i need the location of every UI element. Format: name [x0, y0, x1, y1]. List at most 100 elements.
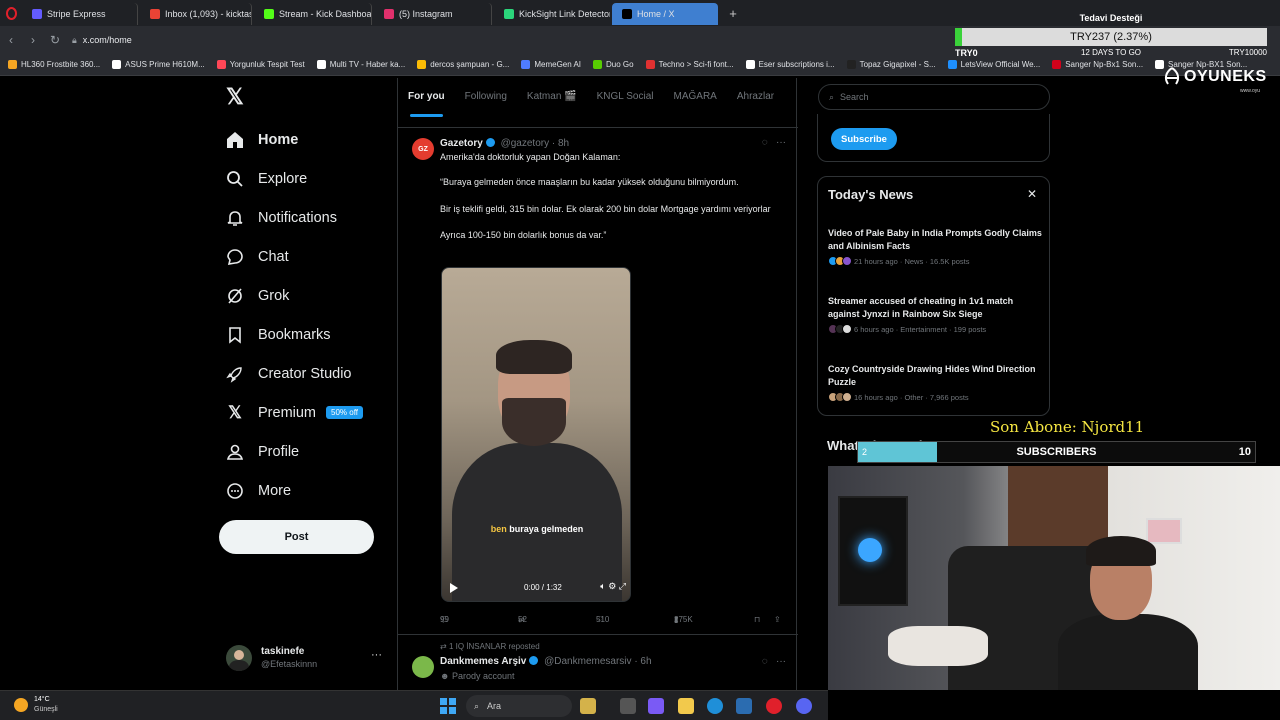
- tweet-video[interactable]: ben buraya gelmeden 0:00 / 1:32 🔈︎ ⚙︎ ⤢: [441, 267, 631, 602]
- tweet[interactable]: ⇄ 1 IQ İNSANLAR reposted Dankmemes Arşiv…: [398, 636, 798, 690]
- account-switcher[interactable]: taskinefe @Efetaskinnn ···: [226, 643, 386, 673]
- sidebar-item-chat[interactable]: Chat: [224, 237, 394, 276]
- bookmark-label: Multi TV - Haber ka...: [329, 60, 406, 69]
- grok-icon[interactable]: ◌: [762, 656, 768, 667]
- news-meta-text: 6 hours ago · Entertainment · 199 posts: [854, 324, 987, 334]
- tab-inbox[interactable]: Inbox (1,093) - kicktaskinef: [140, 3, 252, 25]
- tab-kick-dashboard[interactable]: Stream - Kick Dashboard: [254, 3, 372, 25]
- tweet-author-name[interactable]: Gazetory: [440, 138, 483, 149]
- close-icon[interactable]: ✕: [1027, 187, 1037, 201]
- tweet-author-handle[interactable]: @Dankmemesarsiv: [544, 656, 631, 667]
- bookmark-icon[interactable]: ⊓: [754, 615, 760, 624]
- discord-icon[interactable]: [796, 698, 812, 714]
- volume-icon[interactable]: 🔈︎: [600, 581, 605, 591]
- news-item[interactable]: Streamer accused of cheating in 1v1 matc…: [828, 295, 1043, 334]
- edge-icon[interactable]: [707, 698, 723, 714]
- bookmark-item[interactable]: Techno > Sci-fi font...: [645, 60, 734, 69]
- video-person-beard: [502, 398, 566, 446]
- sidebar-item-more[interactable]: More: [224, 471, 394, 510]
- news-item[interactable]: Video of Pale Baby in India Prompts Godl…: [828, 227, 1043, 266]
- subscribe-button[interactable]: Subscribe: [831, 128, 897, 150]
- x-logo-icon[interactable]: 𝕏: [226, 86, 246, 108]
- sidebar-item-profile[interactable]: Profile: [224, 432, 394, 471]
- tweet[interactable]: GZ Gazetory @gazetory · 8h ◌ ··· Amerika…: [398, 128, 798, 635]
- avatar: [842, 256, 852, 266]
- tweet-author-handle[interactable]: @gazetory: [501, 138, 550, 149]
- more-icon[interactable]: ···: [371, 649, 382, 661]
- back-icon[interactable]: ‹: [0, 33, 22, 47]
- more-icon[interactable]: ···: [776, 137, 786, 148]
- tab-instagram[interactable]: (5) Instagram: [374, 3, 492, 25]
- tweet-time[interactable]: · 6h: [634, 656, 651, 667]
- tab-following[interactable]: Following: [465, 91, 507, 127]
- sidebar-item-bookmarks[interactable]: Bookmarks: [224, 315, 394, 354]
- sidebar-item-grok[interactable]: Grok: [224, 276, 394, 315]
- sidebar-item-creator-studio[interactable]: Creator Studio: [224, 354, 394, 393]
- sidebar-item-premium[interactable]: 𝕏 Premium 50% off: [224, 393, 394, 432]
- tab-kngl-social[interactable]: KNGL Social: [597, 91, 654, 127]
- tab-for-you[interactable]: For you: [408, 91, 445, 127]
- tab-home-x[interactable]: Home / X: [612, 3, 718, 25]
- verified-badge-icon: [485, 138, 495, 147]
- news-item[interactable]: Cozy Countryside Drawing Hides Wind Dire…: [828, 363, 1043, 402]
- sidebar-item-home[interactable]: Home: [224, 120, 394, 159]
- webcam-feed: [828, 466, 1280, 690]
- windows-start-icon[interactable]: [440, 698, 456, 714]
- bookmark-label: HL360 Frostbite 360...: [21, 60, 101, 69]
- bookmark-item[interactable]: dercos şampuan - G...: [417, 60, 509, 69]
- opera-logo-icon[interactable]: [0, 0, 22, 26]
- tab-katman[interactable]: Katman 🎬: [527, 91, 577, 127]
- bookmark-item[interactable]: Yorgunluk Tespit Test: [216, 60, 305, 69]
- more-icon[interactable]: ···: [776, 656, 786, 667]
- main-feed: For you Following Katman 🎬 KNGL Social M…: [397, 78, 798, 690]
- file-icon[interactable]: [620, 698, 636, 714]
- tweet-time[interactable]: · 8h: [552, 138, 569, 149]
- search-placeholder: Search: [840, 92, 869, 102]
- tab-label: (5) Instagram: [399, 9, 453, 19]
- lock-icon[interactable]: 🔒︎: [72, 35, 77, 46]
- tab-ahrazlar[interactable]: Ahrazlar: [737, 91, 774, 127]
- bookmark-item[interactable]: MemeGen AI: [521, 60, 581, 69]
- tab-magara[interactable]: MAĞARA: [674, 91, 717, 127]
- settings-icon[interactable]: ⚙︎: [608, 581, 616, 591]
- bookmark-item[interactable]: Duo Go: [593, 60, 634, 69]
- share-icon[interactable]: ⇪: [774, 615, 781, 624]
- reload-icon[interactable]: ↻: [44, 33, 66, 47]
- grok-icon[interactable]: ◌: [762, 137, 768, 148]
- video-caption: ben buraya gelmeden: [442, 524, 630, 534]
- bookmark-item[interactable]: Topaz Gigapixel - S...: [846, 60, 936, 69]
- avatar[interactable]: [412, 656, 434, 678]
- taskbar-search[interactable]: ⌕ Ara: [466, 695, 572, 717]
- news-headline: Streamer accused of cheating in 1v1 matc…: [828, 296, 1014, 319]
- bookmark-item[interactable]: ASUS Prime H610M...: [112, 60, 205, 69]
- sidebar-label: Explore: [258, 170, 308, 187]
- tweet-line: “Buraya gelmeden önce maaşların bu kadar…: [440, 177, 739, 187]
- tweet-line: Amerika'da doktorluk yapan Doğan Kalaman…: [440, 152, 621, 162]
- tab-label: Stream - Kick Dashboard: [279, 9, 372, 19]
- search-input[interactable]: ⌕ Search: [818, 84, 1050, 110]
- tweet-author-name[interactable]: Dankmemes Arşiv: [440, 656, 526, 667]
- copilot-icon[interactable]: [648, 698, 664, 714]
- bookmark-item[interactable]: Multi TV - Haber ka...: [316, 60, 406, 69]
- store-icon[interactable]: [736, 698, 752, 714]
- sidebar-label: More: [258, 482, 292, 499]
- new-tab-button[interactable]: +: [724, 4, 742, 22]
- search-icon: ⌕: [829, 91, 835, 102]
- tab-stripe[interactable]: Stripe Express: [22, 3, 138, 25]
- folder-icon[interactable]: [678, 698, 694, 714]
- fullscreen-icon[interactable]: ⤢: [619, 581, 626, 591]
- play-icon[interactable]: [450, 583, 458, 593]
- sidebar-item-explore[interactable]: Explore: [224, 159, 394, 198]
- opera-icon[interactable]: [766, 698, 782, 714]
- app-icon[interactable]: [580, 698, 596, 714]
- url-field[interactable]: x.com/home: [83, 35, 132, 45]
- bookmark-item[interactable]: HL360 Frostbite 360...: [8, 60, 100, 69]
- forward-icon[interactable]: ›: [22, 33, 44, 47]
- bookmark-item[interactable]: Eser subscriptions i...: [745, 60, 835, 69]
- sidebar-item-notifications[interactable]: Notifications: [224, 198, 394, 237]
- video-caption-highlight: ben: [490, 524, 507, 534]
- donation-progress-bar: TRY237 (2.37%): [955, 28, 1267, 46]
- avatar[interactable]: GZ: [412, 138, 434, 160]
- tab-kicksight[interactable]: KickSight Link Detector: [494, 3, 610, 25]
- post-button[interactable]: Post: [219, 520, 374, 554]
